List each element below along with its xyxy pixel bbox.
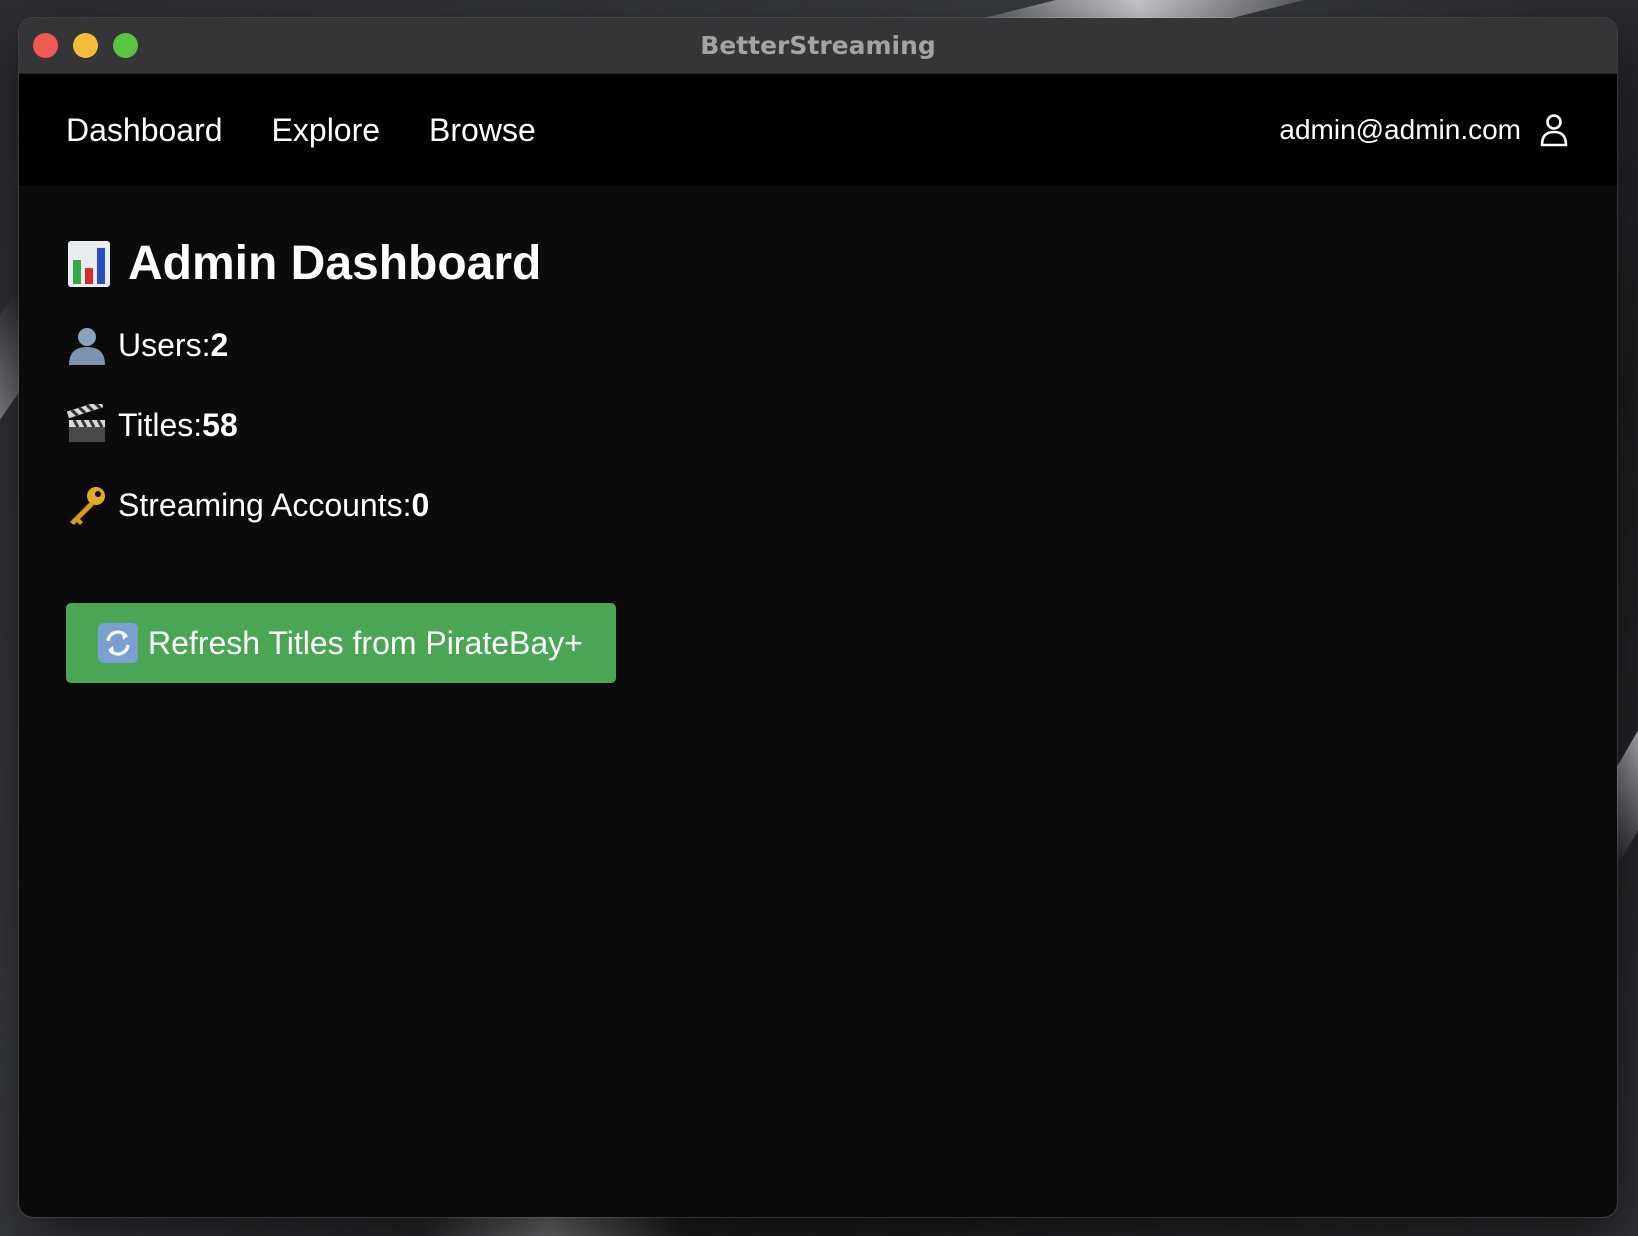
- bust-in-silhouette-icon: [66, 324, 108, 366]
- title-bar[interactable]: BetterStreaming: [19, 18, 1617, 74]
- window-title: BetterStreaming: [700, 31, 936, 60]
- top-navbar: Dashboard Explore Browse admin@admin.com: [19, 74, 1617, 186]
- stat-users: Users: 2: [66, 325, 1570, 365]
- main-content: Admin Dashboard Users: 2 Titles: 58 Stre…: [19, 186, 1617, 733]
- user-icon[interactable]: [1539, 113, 1569, 147]
- user-email[interactable]: admin@admin.com: [1279, 114, 1521, 146]
- stat-users-value: 2: [210, 326, 229, 363]
- nav-links: Dashboard Explore Browse: [66, 74, 536, 186]
- refresh-titles-button[interactable]: Refresh Titles from PirateBay+: [66, 603, 616, 683]
- page-title: Admin Dashboard: [66, 236, 1570, 291]
- nav-link-browse[interactable]: Browse: [429, 112, 536, 149]
- user-menu[interactable]: admin@admin.com: [1279, 74, 1569, 186]
- stat-streaming-accounts-value: 0: [411, 486, 430, 523]
- bar-chart-icon: [66, 240, 112, 288]
- stat-titles-value: 58: [202, 406, 238, 443]
- key-icon: [66, 484, 108, 526]
- page-title-text: Admin Dashboard: [128, 237, 542, 290]
- app-window: BetterStreaming Dashboard Explore Browse…: [19, 18, 1617, 1217]
- stat-users-label: Users:: [118, 326, 211, 363]
- refresh-titles-button-label[interactable]: Refresh Titles from PirateBay+: [148, 625, 583, 662]
- nav-link-explore[interactable]: Explore: [272, 112, 381, 149]
- nav-link-dashboard[interactable]: Dashboard: [66, 112, 223, 149]
- clapper-board-icon: [66, 404, 108, 446]
- stat-streaming-accounts-label: Streaming Accounts:: [118, 486, 412, 523]
- refresh-arrows-icon: [98, 623, 138, 663]
- stat-streaming-accounts: Streaming Accounts: 0: [66, 485, 1570, 525]
- stat-titles-label: Titles:: [118, 406, 203, 443]
- stat-titles: Titles: 58: [66, 404, 1570, 446]
